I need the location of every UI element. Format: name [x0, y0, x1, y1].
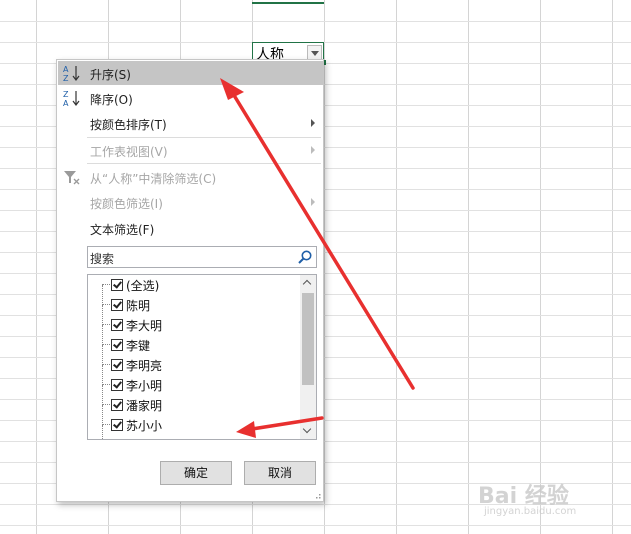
checkbox-checked[interactable]	[111, 339, 123, 351]
scroll-up-icon[interactable]	[300, 275, 316, 291]
list-item-label: 苏小小	[126, 419, 163, 433]
svg-text:Z: Z	[63, 90, 69, 99]
filter-dropdown-button[interactable]	[307, 45, 322, 60]
menu-item-label: 按颜色排序(T)	[90, 118, 167, 132]
list-item[interactable]: 李键	[88, 325, 300, 355]
value-checklist[interactable]: (全选) 陈明 李大明 李键 李明亮 李小明 潘家明 苏小小	[87, 274, 317, 440]
checkbox-checked[interactable]	[111, 319, 123, 331]
menu-item-sheet-view: 工作表视图(V)	[58, 138, 323, 162]
list-item[interactable]: (全选)	[88, 275, 300, 295]
checkbox-checked[interactable]	[111, 419, 123, 431]
svg-text:Z: Z	[63, 74, 69, 82]
list-item[interactable]: 陈明	[88, 285, 300, 315]
svg-text:A: A	[63, 99, 69, 107]
submenu-arrow-icon	[311, 119, 315, 127]
list-scrollbar[interactable]	[300, 275, 316, 439]
submenu-arrow-icon	[311, 146, 315, 154]
watermark: Bai 经验 jingyan.baidu.com	[478, 478, 618, 526]
list-item[interactable]: 苏小小	[88, 405, 300, 435]
list-item[interactable]: 李明亮	[88, 345, 300, 375]
cancel-button[interactable]: 取消	[244, 461, 316, 485]
list-item-label: 李大明	[126, 319, 163, 333]
list-item[interactable]: 李大明	[88, 305, 300, 335]
list-item[interactable]: 李小明	[88, 365, 300, 395]
sort-ascending-icon: A Z	[63, 65, 80, 82]
search-placeholder: 搜索	[90, 252, 115, 266]
list-item-label: 陈明	[126, 299, 151, 313]
list-item[interactable]	[88, 425, 300, 440]
list-item-label: 李明亮	[126, 359, 163, 373]
list-item[interactable]: 潘家明	[88, 385, 300, 415]
checkbox-checked[interactable]	[111, 359, 123, 371]
menu-item-label: 降序(O)	[90, 93, 133, 107]
checkbox-partial[interactable]	[111, 439, 123, 440]
clear-filter-icon	[64, 171, 80, 185]
menu-item-label: 从“人称”中清除筛选(C)	[90, 172, 217, 186]
search-icon[interactable]	[297, 249, 313, 265]
scrollbar-thumb[interactable]	[302, 293, 314, 385]
menu-item-sort-descending[interactable]: Z A 降序(O)	[58, 86, 323, 110]
menu-item-filter-by-color: 按颜色筛选(I)	[58, 190, 323, 214]
menu-item-label: 按颜色筛选(I)	[90, 197, 163, 211]
sort-descending-icon: Z A	[63, 90, 80, 107]
submenu-arrow-icon	[311, 198, 315, 206]
menu-item-label: 文本筛选(F)	[90, 223, 155, 237]
menu-item-label: 工作表视图(V)	[90, 145, 168, 159]
scroll-down-icon[interactable]	[300, 423, 316, 439]
checkbox-checked[interactable]	[111, 379, 123, 391]
menu-item-label: 升序(S)	[90, 68, 131, 82]
menu-item-clear-filter: 从“人称”中清除筛选(C)	[58, 165, 323, 189]
menu-item-sort-by-color[interactable]: 按颜色排序(T)	[58, 111, 323, 135]
checkbox-checked[interactable]	[111, 279, 123, 291]
menu-item-sort-ascending[interactable]: A Z 升序(S)	[58, 61, 323, 85]
search-box[interactable]: 搜索	[87, 246, 317, 268]
menu-separator	[87, 163, 321, 164]
resize-grip-icon[interactable]	[313, 491, 321, 499]
checkbox-checked[interactable]	[111, 399, 123, 411]
list-item-label: 李键	[126, 339, 151, 353]
svg-text:A: A	[63, 65, 69, 74]
list-item-label: (全选)	[126, 279, 160, 293]
menu-item-text-filters[interactable]: 文本筛选(F)	[58, 216, 323, 240]
autofilter-menu: A Z 升序(S) Z A 降序(O) 按颜色排序(T) 工作表视图(V) 从“…	[56, 59, 324, 502]
ok-button[interactable]: 确定	[160, 461, 232, 485]
list-item-label: 李小明	[126, 379, 163, 393]
watermark-url: jingyan.baidu.com	[484, 506, 577, 517]
checkbox-checked[interactable]	[111, 299, 123, 311]
list-item-label: 潘家明	[126, 399, 163, 413]
